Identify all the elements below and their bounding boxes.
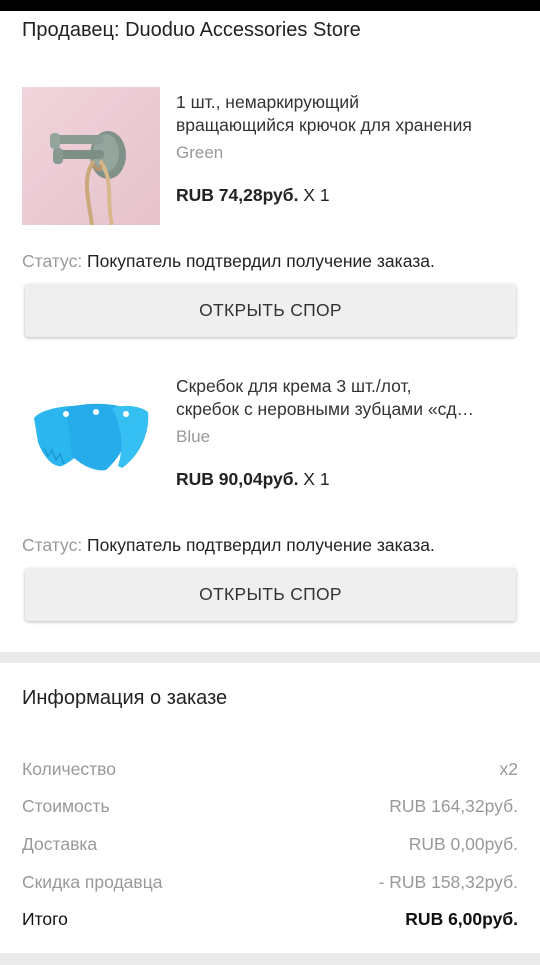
order-status: Статус: Покупатель подтвердил получение … — [22, 535, 435, 556]
info-row-quantity: Количество x2 — [22, 759, 518, 780]
section-divider — [0, 652, 540, 663]
item-title[interactable]: Скребок для крема 3 шт./лот, скребок с н… — [176, 375, 521, 421]
price-value: RUB 90,04руб. — [176, 469, 299, 489]
status-bar — [0, 0, 540, 11]
item-price: RUB 90,04руб. X 1 — [176, 469, 330, 490]
status-label: Статус: — [22, 251, 83, 271]
item-title-line: Скребок для крема 3 шт./лот, — [176, 376, 412, 396]
seller-name[interactable]: Продавец: Duoduo Accessories Store — [22, 19, 361, 42]
quantity: X 1 — [298, 469, 330, 489]
info-row-seller-discount: Скидка продавца - RUB 158,32руб. — [22, 872, 518, 893]
info-label: Стоимость — [22, 796, 110, 816]
item-title[interactable]: 1 шт., немаркирующий вращающийся крючок … — [176, 91, 521, 137]
price-value: RUB 74,28руб. — [176, 185, 299, 205]
item-title-line: 1 шт., немаркирующий — [176, 92, 359, 112]
info-label: Скидка продавца — [22, 872, 163, 892]
open-dispute-button[interactable]: ОТКРЫТЬ СПОР — [25, 568, 516, 621]
info-row-total: Итого RUB 6,00руб. — [22, 909, 518, 930]
swivel-hook-image[interactable] — [22, 87, 160, 225]
total-label: Итого — [22, 909, 68, 929]
info-value: x2 — [499, 759, 518, 779]
item-price: RUB 74,28руб. X 1 — [176, 185, 330, 206]
info-value: - RUB 158,32руб. — [378, 872, 518, 892]
item-variant: Blue — [176, 427, 211, 446]
cream-scraper-image[interactable] — [22, 370, 160, 508]
order-status: Статус: Покупатель подтвердил получение … — [22, 251, 435, 272]
open-dispute-button[interactable]: ОТКРЫТЬ СПОР — [25, 284, 516, 337]
item-variant: Green — [176, 143, 224, 162]
total-value: RUB 6,00руб. — [405, 909, 518, 929]
info-label: Количество — [22, 759, 116, 779]
status-value: Покупатель подтвердил получение заказа. — [82, 251, 435, 271]
info-value: RUB 164,32руб. — [389, 796, 518, 816]
info-row-cost: Стоимость RUB 164,32руб. — [22, 796, 518, 817]
quantity: X 1 — [298, 185, 330, 205]
status-label: Статус: — [22, 535, 83, 555]
info-value: RUB 0,00руб. — [408, 834, 518, 854]
bottom-divider — [0, 953, 540, 965]
order-info-title: Информация о заказе — [22, 687, 228, 709]
item-title-line: вращающийся крючок для хранения — [176, 115, 472, 135]
info-label: Доставка — [22, 834, 98, 854]
status-value: Покупатель подтвердил получение заказа. — [82, 535, 435, 555]
item-title-line: скребок с неровными зубцами «сд… — [176, 399, 475, 419]
info-row-shipping: Доставка RUB 0,00руб. — [22, 834, 518, 855]
